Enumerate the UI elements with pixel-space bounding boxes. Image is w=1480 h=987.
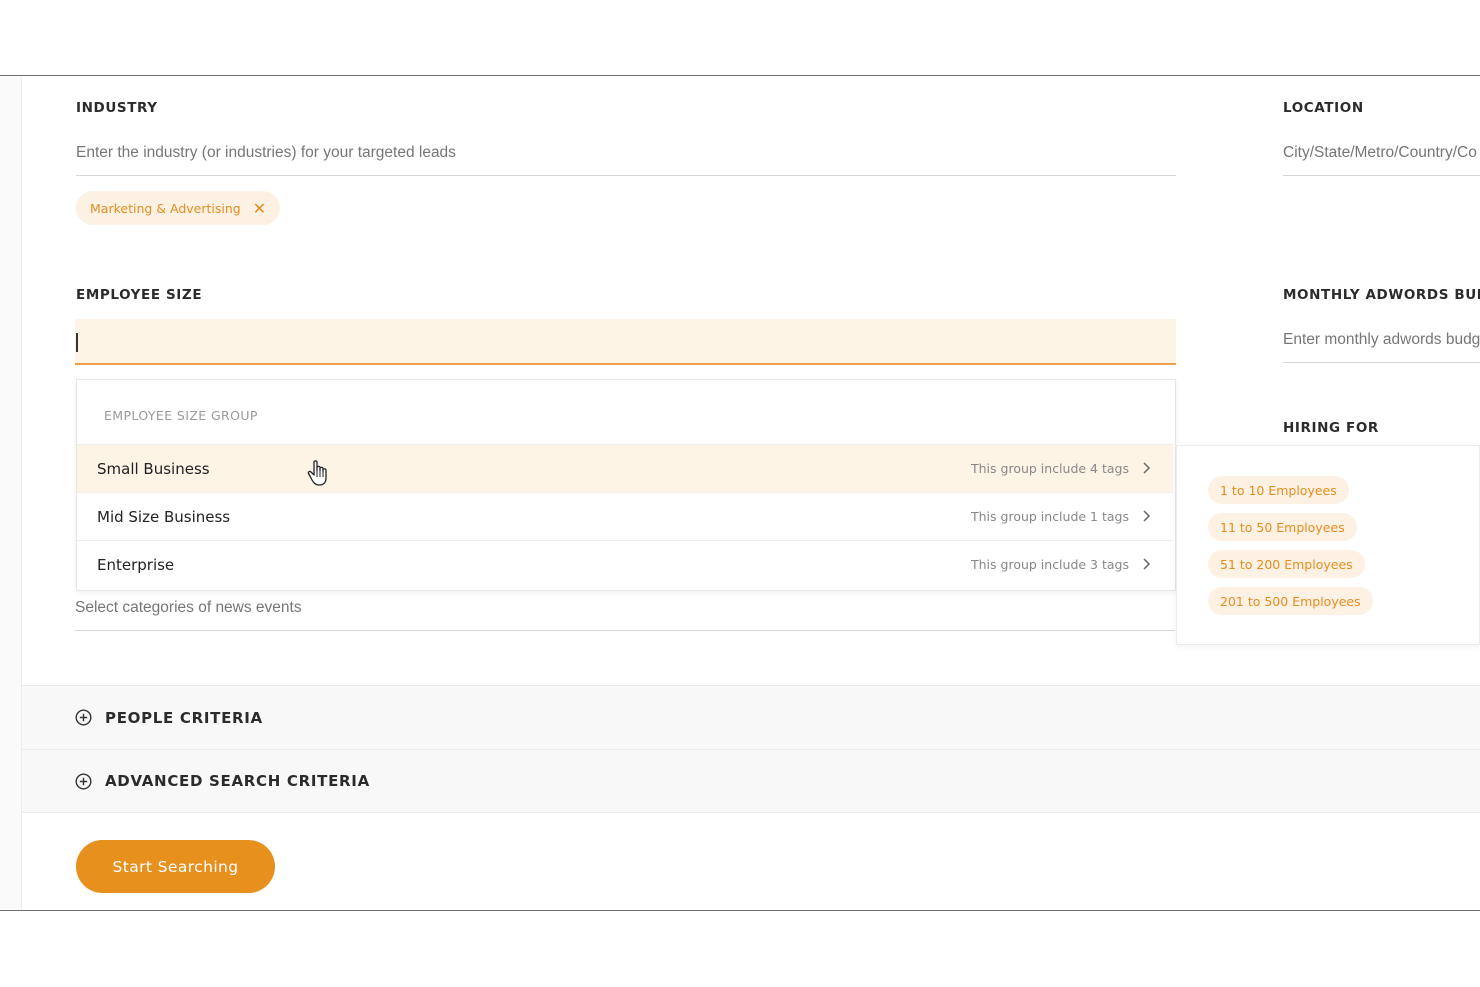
plus-circle-icon [75,709,92,726]
industry-tag: Marketing & Advertising ✕ [76,191,281,225]
group-tags-panel: 1 to 10 Employees 11 to 50 Employees 51 … [1176,445,1480,645]
bottom-frame [0,910,1480,987]
people-criteria-label: PEOPLE CRITERIA [105,708,263,727]
employee-size-input[interactable] [75,319,1176,365]
industry-tag-label: Marketing & Advertising [90,200,241,216]
group-tag-chip[interactable]: 201 to 500 Employees [1208,587,1373,615]
text-caret [76,333,78,352]
location-label: LOCATION [1283,100,1364,116]
industry-input[interactable]: Enter the industry (or industries) for y… [76,132,1176,176]
top-frame [0,0,1480,76]
row-meta: This group include 1 tags [971,509,1129,524]
people-criteria-section[interactable]: PEOPLE CRITERIA [22,685,1480,749]
remove-tag-icon[interactable]: ✕ [253,199,266,218]
chevron-right-icon [1143,462,1151,474]
search-form: INDUSTRY Enter the industry (or industri… [0,77,1480,910]
hand-cursor-icon [307,460,327,486]
dropdown-row-mid-size-business[interactable]: Mid Size Business This group include 1 t… [77,492,1173,540]
industry-label: INDUSTRY [76,100,158,116]
advanced-search-label: ADVANCED SEARCH CRITERIA [105,772,370,790]
group-tag-chip[interactable]: 1 to 10 Employees [1208,476,1349,504]
news-events-input[interactable]: Select categories of news events [75,591,1175,631]
group-tag-chip[interactable]: 11 to 50 Employees [1208,513,1357,541]
monthly-adwords-input[interactable]: Enter monthly adwords budg [1283,319,1480,363]
chevron-right-icon [1143,558,1151,570]
advanced-search-section[interactable]: ADVANCED SEARCH CRITERIA [22,749,1480,813]
row-name: Small Business [97,459,210,478]
hiring-for-label: HIRING FOR [1283,420,1379,436]
left-rail [0,77,22,910]
dropdown-row-enterprise[interactable]: Enterprise This group include 3 tags [77,540,1173,588]
employee-size-label: EMPLOYEE SIZE [76,287,203,303]
row-meta: This group include 4 tags [971,461,1129,476]
row-name: Enterprise [97,555,175,574]
start-searching-button[interactable]: Start Searching [76,840,275,893]
chevron-right-icon [1143,510,1151,522]
row-meta: This group include 3 tags [971,557,1129,572]
dropdown-row-small-business[interactable]: Small Business This group include 4 tags [77,444,1173,492]
plus-circle-icon [75,773,92,790]
monthly-adwords-label: MONTHLY ADWORDS BUDGE [1283,287,1480,303]
dropdown-group-header: EMPLOYEE SIZE GROUP [104,408,258,423]
location-input[interactable]: City/State/Metro/Country/Co [1283,132,1480,176]
employee-size-dropdown: EMPLOYEE SIZE GROUP Small Business This … [76,379,1176,591]
row-name: Mid Size Business [97,507,231,526]
group-tag-chip[interactable]: 51 to 200 Employees [1208,550,1365,578]
